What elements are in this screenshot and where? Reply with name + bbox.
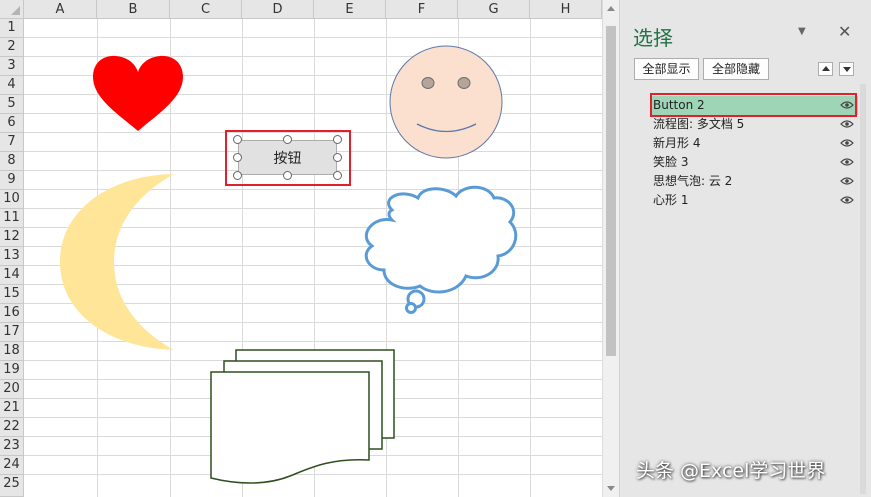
- hide-all-button[interactable]: 全部隐藏: [703, 58, 769, 80]
- column-header[interactable]: D: [242, 0, 314, 19]
- row-header[interactable]: 19: [0, 361, 24, 380]
- scroll-down-icon[interactable]: [607, 486, 615, 491]
- left-eye: [421, 77, 435, 89]
- selection-pane: 选择 ▼ ✕ 全部显示 全部隐藏 Button 2 流程图: 多文档 5 新月形…: [619, 0, 871, 497]
- resize-handle[interactable]: [333, 171, 342, 180]
- list-item[interactable]: 笑脸 3: [650, 153, 858, 172]
- close-icon[interactable]: ✕: [838, 22, 851, 41]
- list-item-label: 笑脸 3: [653, 155, 689, 169]
- row-header[interactable]: 3: [0, 57, 24, 76]
- resize-handle[interactable]: [283, 135, 292, 144]
- row-header[interactable]: 1: [0, 19, 24, 38]
- row-header[interactable]: 17: [0, 323, 24, 342]
- row-header[interactable]: 20: [0, 380, 24, 399]
- row-header[interactable]: 12: [0, 228, 24, 247]
- smiley-face-shape[interactable]: [389, 45, 503, 159]
- column-header[interactable]: A: [24, 0, 97, 19]
- list-item-label: 流程图: 多文档 5: [653, 117, 745, 131]
- row-header[interactable]: 22: [0, 418, 24, 437]
- row-header[interactable]: 11: [0, 209, 24, 228]
- column-header[interactable]: H: [530, 0, 602, 19]
- list-item-label: 心形 1: [653, 193, 689, 207]
- arrow-down-icon: [843, 67, 851, 72]
- column-header[interactable]: E: [314, 0, 386, 19]
- list-item[interactable]: 心形 1: [650, 191, 858, 210]
- resize-handle[interactable]: [283, 171, 292, 180]
- row-header[interactable]: 7: [0, 133, 24, 152]
- eye-icon[interactable]: [840, 196, 854, 204]
- column-header[interactable]: F: [386, 0, 458, 19]
- eye-icon[interactable]: [840, 158, 854, 166]
- watermark: 头条 @Excel学习世界: [636, 460, 826, 482]
- scroll-thumb[interactable]: [606, 26, 616, 356]
- column-header[interactable]: C: [170, 0, 242, 19]
- row-header[interactable]: 23: [0, 437, 24, 456]
- list-item-label: 思想气泡: 云 2: [653, 174, 733, 188]
- row-header[interactable]: 8: [0, 152, 24, 171]
- pane-title: 选择: [633, 26, 673, 50]
- resize-handle[interactable]: [233, 171, 242, 180]
- vertical-scrollbar[interactable]: [602, 0, 619, 497]
- row-header[interactable]: 9: [0, 171, 24, 190]
- list-item[interactable]: 流程图: 多文档 5: [650, 115, 858, 134]
- list-item[interactable]: 思想气泡: 云 2: [650, 172, 858, 191]
- resize-handle[interactable]: [333, 135, 342, 144]
- row-header[interactable]: 2: [0, 38, 24, 57]
- column-header[interactable]: B: [97, 0, 170, 19]
- column-header[interactable]: G: [458, 0, 530, 19]
- row-header[interactable]: 18: [0, 342, 24, 361]
- row-header[interactable]: 16: [0, 304, 24, 323]
- selection-highlight-frame: [650, 93, 857, 117]
- row-header[interactable]: 6: [0, 114, 24, 133]
- eye-icon[interactable]: [840, 120, 854, 128]
- row-header[interactable]: 15: [0, 285, 24, 304]
- eye-icon[interactable]: [840, 177, 854, 185]
- show-all-button[interactable]: 全部显示: [634, 58, 699, 80]
- list-item-label: 新月形 4: [653, 136, 701, 150]
- resize-handle[interactable]: [233, 135, 242, 144]
- send-backward-button[interactable]: [839, 62, 854, 76]
- list-item[interactable]: 新月形 4: [650, 134, 858, 153]
- row-header[interactable]: 10: [0, 190, 24, 209]
- row-header[interactable]: 13: [0, 247, 24, 266]
- arrow-up-icon: [822, 66, 830, 71]
- row-header[interactable]: 25: [0, 475, 24, 497]
- bring-forward-button[interactable]: [818, 62, 833, 76]
- resize-handle[interactable]: [233, 153, 242, 162]
- row-header[interactable]: 5: [0, 95, 24, 114]
- chevron-down-icon[interactable]: ▼: [798, 26, 806, 37]
- spreadsheet-area[interactable]: A B C D E F G H 1 2 3 4 5 6 7 8 9 10 11 …: [0, 0, 602, 497]
- row-header[interactable]: 21: [0, 399, 24, 418]
- row-header[interactable]: 24: [0, 456, 24, 475]
- row-header[interactable]: 4: [0, 76, 24, 95]
- scroll-up-icon[interactable]: [607, 6, 615, 11]
- right-eye: [457, 77, 471, 89]
- pane-scrollbar[interactable]: [860, 84, 866, 494]
- select-all-corner[interactable]: [0, 0, 24, 19]
- resize-handle[interactable]: [333, 153, 342, 162]
- eye-icon[interactable]: [840, 139, 854, 147]
- row-header[interactable]: 14: [0, 266, 24, 285]
